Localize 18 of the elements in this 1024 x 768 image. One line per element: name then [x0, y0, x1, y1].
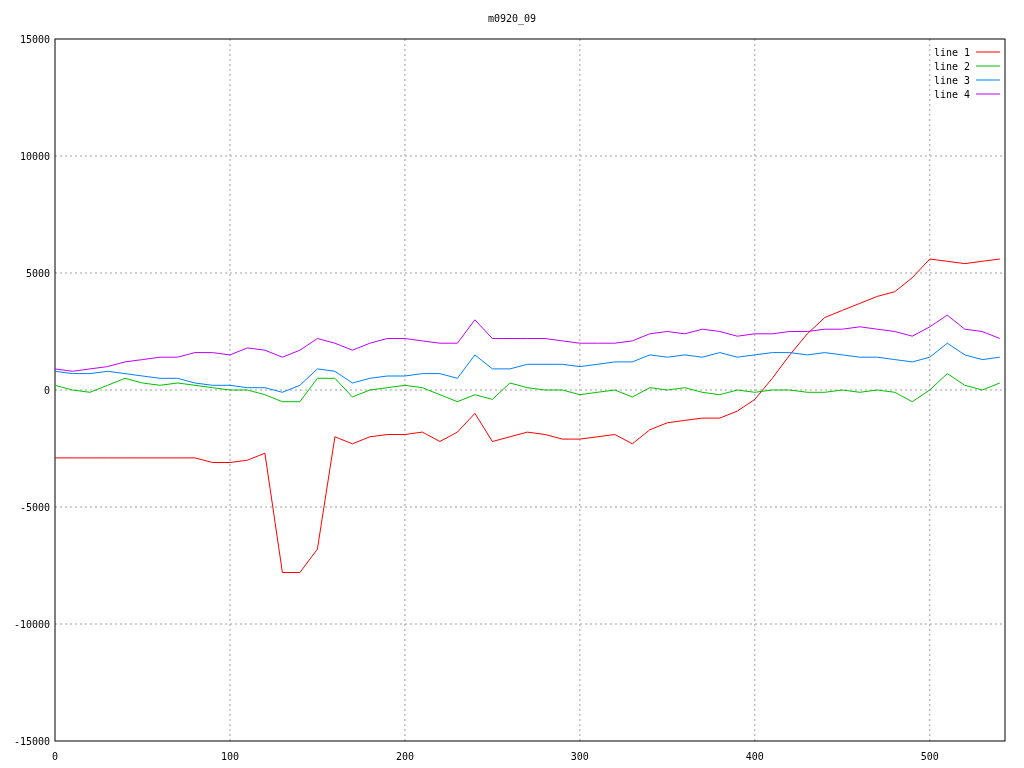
- legend-label: line 4: [933, 89, 970, 100]
- y-tick-label: -10000: [13, 619, 50, 630]
- y-tick-label: -5000: [19, 502, 50, 513]
- y-tick-label: -15000: [13, 736, 50, 747]
- y-tick-label: 10000: [19, 151, 50, 162]
- x-tick-label: 500: [920, 751, 939, 762]
- legend-label: line 1: [933, 47, 970, 58]
- y-tick-label: 15000: [19, 34, 50, 45]
- x-tick-label: 200: [395, 751, 414, 762]
- x-tick-label: 100: [220, 751, 239, 762]
- chart-title: m0920_09: [487, 13, 537, 24]
- y-tick-label: 5000: [25, 268, 50, 279]
- x-tick-label: 0: [52, 751, 58, 762]
- x-tick-label: 400: [745, 751, 764, 762]
- legend-label: line 3: [933, 75, 970, 86]
- x-tick-label: 300: [570, 751, 589, 762]
- y-tick-label: 0: [43, 385, 50, 396]
- legend-label: line 2: [933, 61, 970, 72]
